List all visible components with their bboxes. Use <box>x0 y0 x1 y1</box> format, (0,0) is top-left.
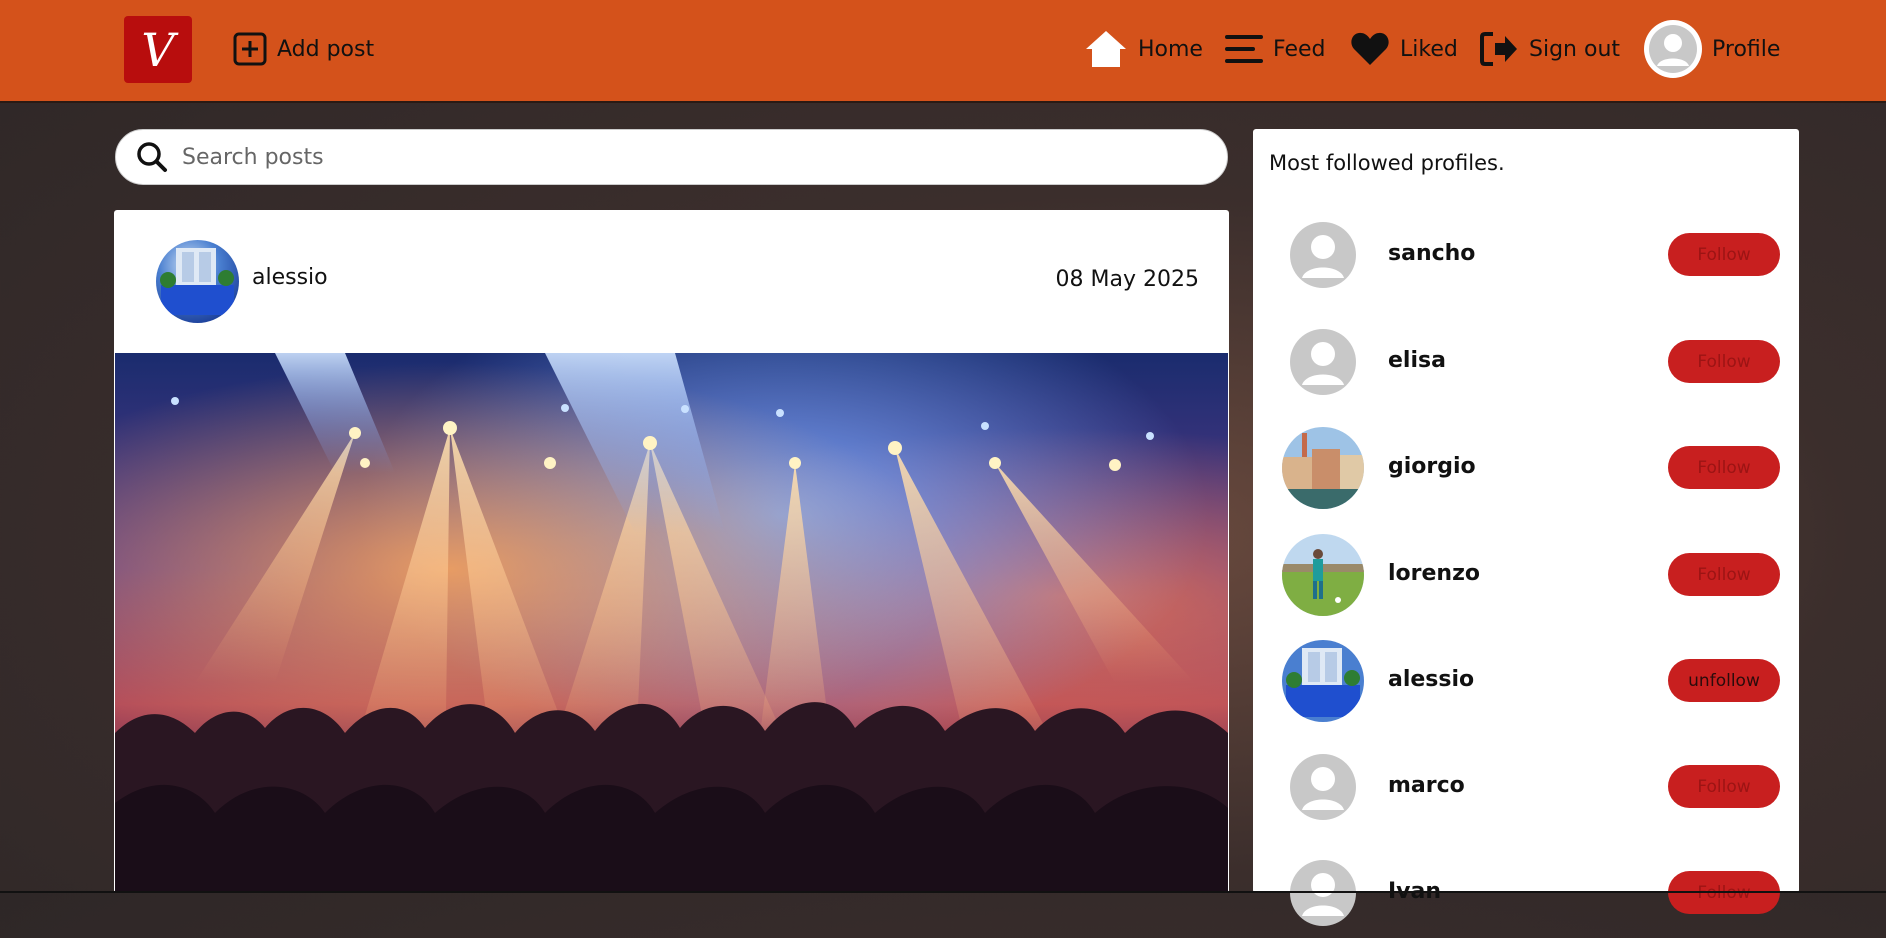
search-icon <box>137 142 167 172</box>
sidebar-title: Most followed profiles. <box>1269 151 1505 175</box>
most-followed-panel: Most followed profiles. sancho Follow el… <box>1253 129 1799 926</box>
profile-photo-venice[interactable] <box>1282 427 1364 509</box>
follow-button[interactable]: Follow <box>1668 765 1780 808</box>
follow-button[interactable]: Follow <box>1668 340 1780 383</box>
nav-home[interactable]: Home <box>1084 26 1203 72</box>
profile-row: giorgio Follow <box>1253 423 1799 513</box>
default-avatar-icon[interactable] <box>1282 746 1364 828</box>
feed-icon <box>1225 35 1263 63</box>
post-header: alessio 08 May 2025 <box>114 210 1229 353</box>
heart-icon <box>1351 32 1389 65</box>
nav-home-label: Home <box>1138 36 1203 62</box>
post-image[interactable] <box>115 353 1228 893</box>
profile-row: alessio unfollow <box>1253 636 1799 726</box>
profile-name[interactable]: sancho <box>1388 241 1475 266</box>
nav-feed-label: Feed <box>1273 36 1326 62</box>
post-card: alessio 08 May 2025 <box>114 210 1229 893</box>
profile-row: elisa Follow <box>1253 317 1799 407</box>
follow-button[interactable]: Follow <box>1668 553 1780 596</box>
default-avatar-icon[interactable] <box>1282 321 1364 403</box>
default-avatar-icon[interactable] <box>1282 214 1364 296</box>
post-date: 08 May 2025 <box>1055 267 1199 292</box>
top-navbar: V Add post Home Feed Liked Sign out Prof… <box>0 0 1886 103</box>
post-author-name[interactable]: alessio <box>252 265 328 290</box>
default-avatar-icon[interactable] <box>1282 852 1364 934</box>
nav-sign-out[interactable]: Sign out <box>1479 26 1620 72</box>
app-logo[interactable]: V <box>124 16 192 83</box>
profile-row: Ivan Follow <box>1253 848 1799 938</box>
search-bar <box>115 129 1228 185</box>
profile-photo-football[interactable] <box>1282 534 1364 616</box>
profile-row: marco Follow <box>1253 742 1799 832</box>
profile-row: lorenzo Follow <box>1253 530 1799 620</box>
profile-row: sancho Follow <box>1253 210 1799 300</box>
profile-photo-blue[interactable] <box>1282 640 1364 722</box>
nav-profile[interactable]: Profile <box>1644 19 1780 79</box>
search-input[interactable] <box>180 143 1144 171</box>
follow-button[interactable]: Follow <box>1668 446 1780 489</box>
concert-photo <box>115 353 1228 893</box>
nav-liked[interactable]: Liked <box>1350 26 1458 72</box>
add-post-button[interactable]: Add post <box>233 26 374 72</box>
nav-profile-label: Profile <box>1712 36 1781 62</box>
profile-avatar-icon <box>1644 20 1702 78</box>
post-author-avatar[interactable] <box>156 240 239 323</box>
profile-name[interactable]: alessio <box>1388 667 1474 692</box>
unfollow-button[interactable]: unfollow <box>1668 659 1780 702</box>
nav-feed[interactable]: Feed <box>1225 26 1326 72</box>
nav-sign-out-label: Sign out <box>1529 36 1621 62</box>
follow-button[interactable]: Follow <box>1668 233 1780 276</box>
home-icon <box>1086 31 1126 67</box>
profile-name[interactable]: elisa <box>1388 348 1446 373</box>
nav-liked-label: Liked <box>1400 36 1458 62</box>
sign-out-icon <box>1480 32 1517 66</box>
profile-name[interactable]: marco <box>1388 773 1465 798</box>
add-post-label: Add post <box>277 36 375 62</box>
profile-name[interactable]: lorenzo <box>1388 561 1480 586</box>
profile-name[interactable]: giorgio <box>1388 454 1476 479</box>
plus-square-icon <box>233 32 267 66</box>
